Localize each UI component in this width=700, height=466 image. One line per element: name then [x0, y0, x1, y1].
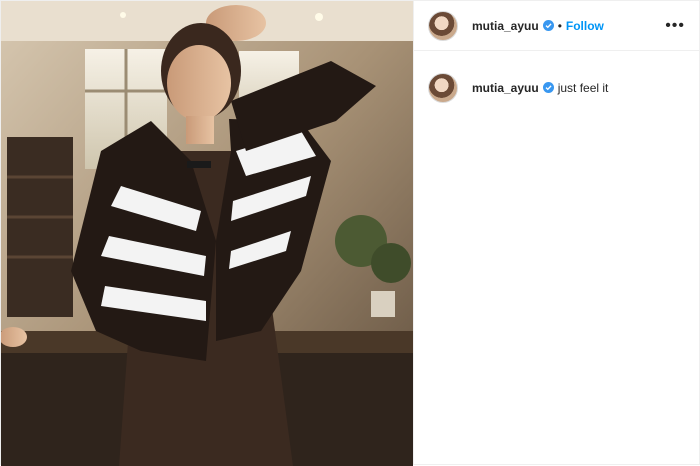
- post-header: mutia_ayuu • Follow •••: [414, 1, 699, 51]
- verified-badge-icon: [542, 19, 554, 31]
- avatar[interactable]: [428, 10, 458, 41]
- caption-comment: mutia_ayuu just feel it: [414, 51, 699, 103]
- follow-button[interactable]: Follow: [566, 19, 604, 33]
- header-username-text[interactable]: mutia_ayuu: [472, 19, 539, 33]
- more-options-icon[interactable]: •••: [665, 17, 685, 34]
- post-sidebar: mutia_ayuu • Follow ••• mutia_ayuu just …: [413, 1, 699, 464]
- separator-dot: •: [557, 18, 562, 33]
- caption-text: just feel it: [557, 81, 609, 95]
- caption-username[interactable]: mutia_ayuu: [472, 81, 554, 95]
- caption-username-text[interactable]: mutia_ayuu: [472, 81, 539, 95]
- verified-badge-icon: [542, 82, 554, 93]
- caption-avatar[interactable]: [428, 73, 458, 103]
- post-photo-illustration: [1, 1, 413, 466]
- instagram-post: mutia_ayuu • Follow ••• mutia_ayuu just …: [0, 0, 700, 466]
- header-username[interactable]: mutia_ayuu: [472, 19, 554, 33]
- post-photo[interactable]: [1, 1, 413, 466]
